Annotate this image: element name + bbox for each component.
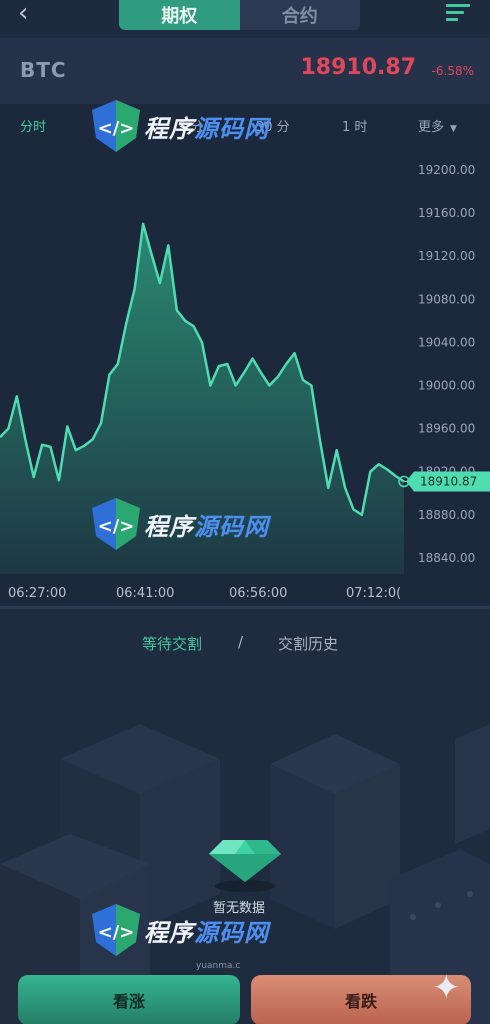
x-tick-label: 06:27:00 [8,586,66,601]
y-tick-label: 19040.00 [418,335,475,349]
x-tick-label: 06:56:00 [229,586,287,601]
watermark-text: 程序源码网 [144,114,269,143]
tab-options[interactable]: 期权 [119,0,240,30]
current-price-label: 18910.87 [420,475,477,489]
tab-separator: / [238,633,244,651]
sparkle-icon: ✦ [432,968,461,1008]
tab-contracts[interactable]: 合约 [239,0,360,30]
y-tick-label: 18880.00 [418,508,475,522]
watermark-shield-logo: </> [92,904,140,956]
svg-text:</>: </> [98,922,135,943]
tab-pending-delivery[interactable]: 等待交割 [142,633,202,654]
last-price: 18910.87 [300,55,416,80]
buy-up-button[interactable]: 看涨 [18,975,240,1024]
watermark-shield-logo: </> [92,498,140,550]
watermark-url: yuanma.c [196,961,241,971]
ticker-bar: BTC 18910.87 -6.58% [0,38,490,104]
svg-text:</>: </> [98,516,135,537]
interval-more-label: 更多 [418,120,445,135]
product-tabs: 期权 合约 [119,0,360,30]
watermark-text: 程序源码网 [144,918,269,947]
watermark-shield-logo: </> [92,100,140,152]
y-tick-label: 18840.00 [418,551,475,565]
top-bar: ‹ 期权 合约 [0,0,490,38]
interval-tab-timeline[interactable]: 分时 [20,116,46,135]
x-tick-label: 06:41:00 [116,586,174,601]
empty-state-diamond-icon [209,840,281,892]
y-tick-label: 19160.00 [418,206,475,220]
svg-text:</>: </> [98,118,135,139]
price-change: -6.58% [431,64,474,78]
watermark: </> 程序源码网 [88,900,269,960]
back-chevron-icon[interactable]: ‹ [18,0,28,26]
interval-tab-more[interactable]: 更多 ▼ [418,116,457,135]
watermark-text: 程序源码网 [144,512,269,541]
symbol-label[interactable]: BTC [20,58,67,82]
y-tick-label: 18960.00 [418,422,475,436]
watermark: </> 程序源码网 [88,494,269,554]
orders-panel: 等待交割 / 交割历史 暂无数据 [0,609,490,1024]
y-tick-label: 19080.00 [418,292,475,306]
interval-tab-1h[interactable]: 1 时 [342,116,367,135]
caret-down-icon: ▼ [450,124,457,134]
menu-icon[interactable] [446,4,470,22]
y-tick-label: 19120.00 [418,249,475,263]
y-tick-label: 19000.00 [418,379,475,393]
x-tick-label: 07:12:0( [346,586,401,601]
y-tick-label: 19200.00 [418,163,475,177]
watermark: </> 程序源码网 [88,96,269,156]
tab-delivery-history[interactable]: 交割历史 [278,633,338,654]
